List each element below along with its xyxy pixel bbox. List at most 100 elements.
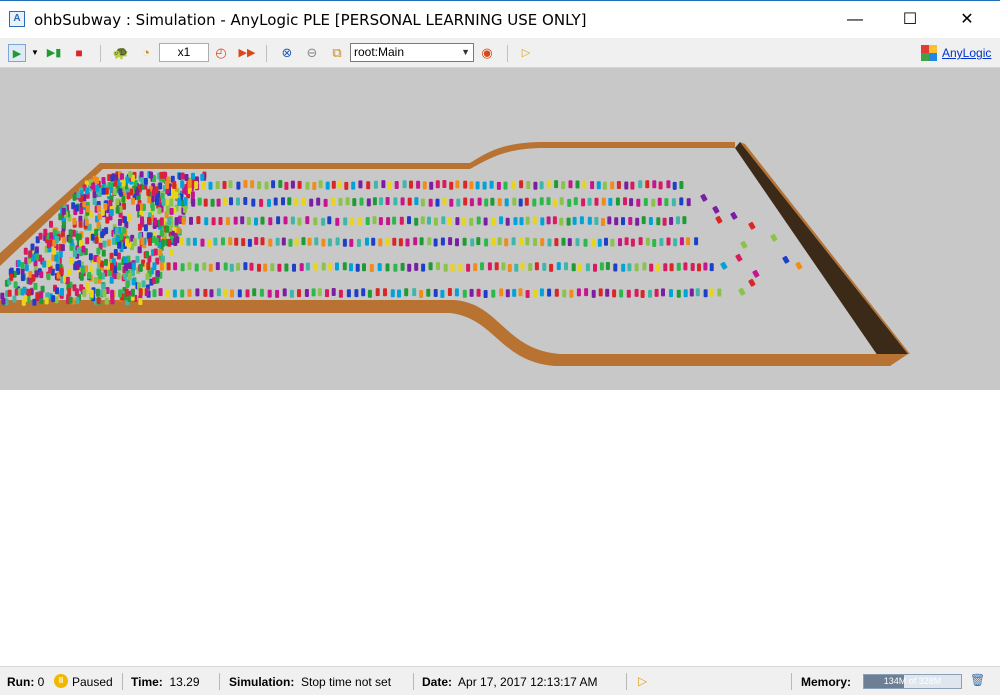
agent (101, 249, 106, 257)
view-select[interactable]: root:Main ▼ (350, 43, 474, 62)
navigate-view-icon[interactable]: ⧉ (328, 44, 346, 62)
agent (62, 236, 67, 244)
agent (236, 262, 241, 271)
agent (77, 233, 82, 241)
agent (546, 216, 551, 225)
garbage-collect-icon[interactable]: 🗑 (970, 673, 985, 689)
agent (140, 237, 145, 246)
run-dropdown-icon[interactable]: ▼ (30, 44, 40, 62)
agent (180, 263, 185, 272)
agent (666, 180, 671, 189)
agent (125, 238, 129, 247)
agent (442, 180, 447, 188)
agent (449, 198, 454, 207)
agent (96, 297, 101, 305)
agent (335, 217, 340, 226)
agent (404, 288, 409, 297)
agent (35, 292, 40, 300)
agent (240, 216, 245, 225)
agent (419, 290, 424, 298)
agent (532, 198, 537, 207)
agent (287, 197, 292, 206)
agent (115, 234, 120, 242)
agent (151, 189, 156, 197)
agent (624, 237, 629, 246)
agent (621, 217, 625, 226)
agent (58, 213, 63, 221)
speed-field[interactable]: x1 (159, 43, 209, 62)
status-play-icon[interactable]: ▷ (638, 674, 647, 688)
agent (562, 289, 567, 298)
agent (95, 184, 100, 192)
agent (69, 257, 74, 265)
agent (568, 180, 573, 189)
agent (145, 250, 149, 258)
agent (585, 263, 590, 272)
realtime-icon[interactable]: ▶▶ (238, 44, 256, 62)
agent (645, 180, 650, 189)
anylogic-link[interactable]: AnyLogic (942, 46, 991, 60)
agent (241, 238, 246, 247)
agent (491, 237, 496, 246)
agent (108, 199, 113, 207)
camera-icon[interactable]: ◉ (478, 44, 496, 62)
agent (429, 181, 434, 190)
agent (292, 263, 296, 272)
agent (686, 237, 691, 246)
minimize-button[interactable]: — (832, 1, 878, 38)
slower-icon[interactable]: 🐢 (112, 44, 130, 62)
anylogic-logo-icon[interactable] (921, 45, 937, 61)
run-icon[interactable]: ▶ (8, 44, 26, 62)
agent (267, 198, 271, 207)
agent (294, 198, 299, 207)
agent (243, 262, 248, 271)
agent (594, 197, 599, 206)
agent (658, 181, 663, 190)
agent (629, 198, 634, 207)
navigate-back-icon[interactable]: ⊖ (303, 44, 321, 62)
time-status: Time: 13.29 (131, 675, 200, 689)
step-icon[interactable]: ▶▮ (45, 44, 63, 62)
simulation-viewport[interactable] (0, 68, 1000, 390)
agent (378, 217, 383, 226)
agent (552, 198, 557, 207)
navigate-home-icon[interactable]: ⊗ (278, 44, 296, 62)
agent (355, 263, 360, 272)
play-icon[interactable]: ▷ (517, 44, 535, 62)
agent (158, 182, 163, 190)
simulation-label: Simulation: (229, 675, 295, 689)
agent (110, 262, 114, 271)
agent (228, 237, 233, 246)
agent (682, 216, 687, 225)
maximize-button[interactable]: ☐ (887, 1, 933, 38)
agent (282, 288, 287, 297)
agent (601, 197, 606, 206)
agent (634, 263, 639, 272)
agent (385, 238, 390, 247)
agent (122, 226, 127, 234)
agent (448, 217, 452, 225)
faster-icon[interactable]: ◴ (212, 44, 230, 62)
agent (462, 289, 467, 298)
agent (664, 198, 669, 207)
agent (462, 237, 467, 246)
agent (46, 273, 51, 281)
agent (547, 238, 552, 247)
agent (189, 216, 193, 225)
status-divider (219, 673, 220, 690)
subway-3d-scene[interactable] (0, 68, 1000, 390)
agent (690, 263, 695, 271)
agent (607, 216, 612, 225)
clock-icon[interactable]: ◔ (137, 44, 155, 62)
agent (192, 237, 197, 246)
close-button[interactable]: ✕ (944, 1, 990, 38)
agent (121, 179, 126, 187)
agent (518, 288, 523, 297)
agent (54, 254, 59, 262)
stop-icon[interactable]: ■ (70, 44, 88, 62)
agent (627, 263, 632, 272)
agent (150, 204, 155, 212)
agent (484, 198, 489, 207)
agent (314, 237, 319, 246)
agent (435, 198, 440, 207)
